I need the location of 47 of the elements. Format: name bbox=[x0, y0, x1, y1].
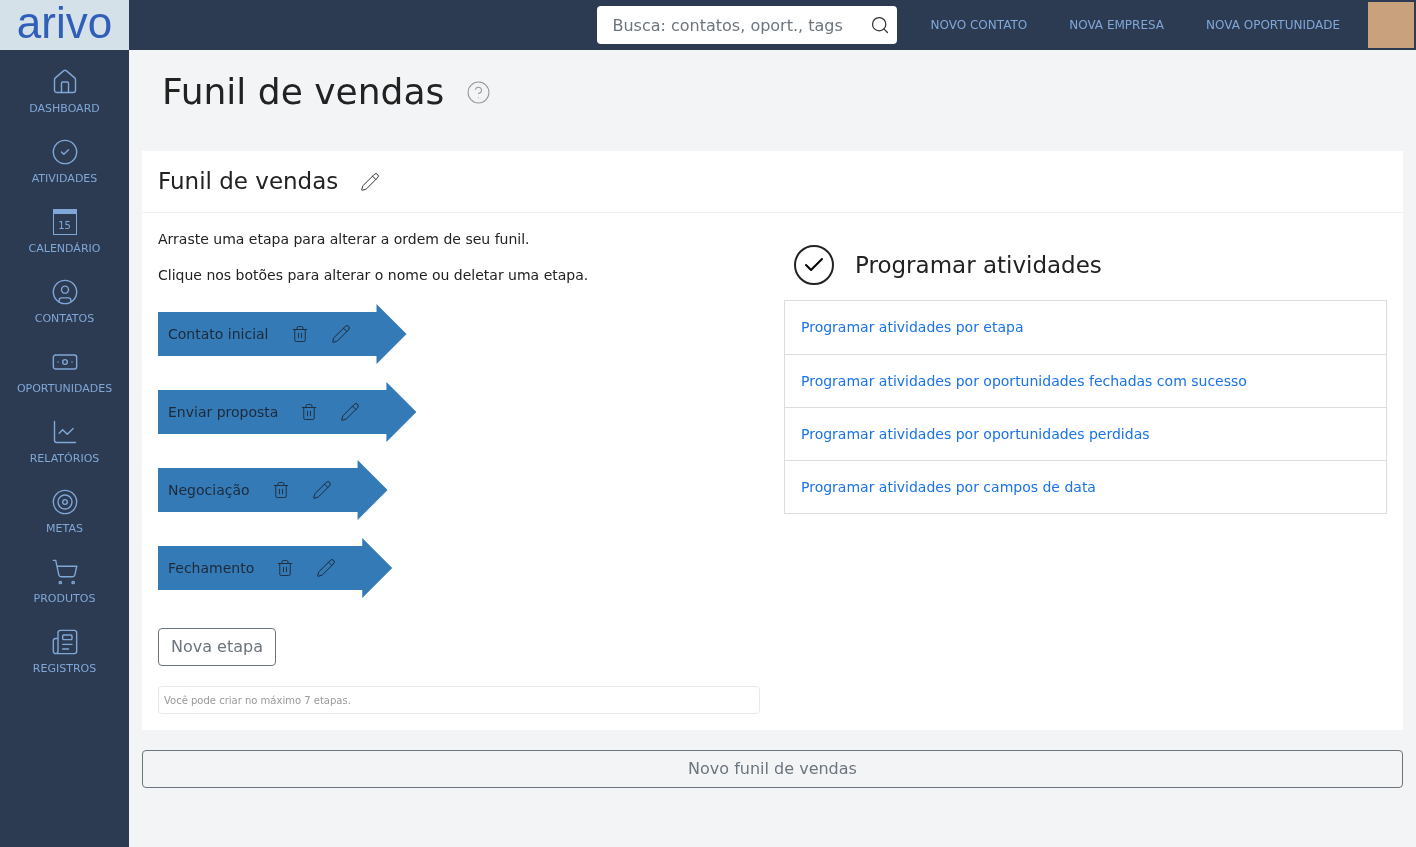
target-icon bbox=[50, 488, 79, 516]
logo[interactable]: arivo bbox=[0, 0, 129, 50]
search-icon[interactable] bbox=[870, 15, 891, 35]
stage-name: Negociação bbox=[168, 480, 250, 500]
help-icon[interactable] bbox=[466, 79, 492, 105]
check-circle-icon bbox=[50, 138, 79, 166]
new-funnel-button[interactable]: Novo funil de vendas bbox=[142, 750, 1403, 788]
schedule-link[interactable]: Programar atividades por oportunidades perdidas bbox=[785, 407, 1386, 460]
limit-note: Você pode criar no máximo 7 etapas. bbox=[158, 686, 760, 714]
sidebar-item[interactable]: DASHBOARD bbox=[0, 58, 129, 128]
sidebar-item[interactable]: ATIVIDADES bbox=[0, 128, 129, 198]
pencil-icon[interactable] bbox=[330, 324, 351, 344]
sidebar-item[interactable]: 15 CALENDÁRIO bbox=[0, 198, 129, 268]
sidebar-item[interactable]: PRODUTOS bbox=[0, 548, 129, 618]
section-title: Programar atividades bbox=[855, 250, 1102, 280]
pencil-icon[interactable] bbox=[311, 480, 332, 500]
calendar-icon: 15 bbox=[52, 209, 77, 235]
page-title: Funil de vendas bbox=[162, 70, 445, 114]
pencil-icon[interactable] bbox=[316, 558, 337, 578]
sidebar-item[interactable]: METAS bbox=[0, 478, 129, 548]
delete-icon[interactable] bbox=[276, 559, 295, 577]
new-stage-button[interactable]: Nova etapa bbox=[158, 628, 276, 666]
schedule-link[interactable]: Programar atividades por oportunidades fechadas com sucesso bbox=[785, 354, 1386, 407]
nav-link[interactable]: NOVA OPORTUNIDADE bbox=[1185, 16, 1361, 34]
search-field[interactable]: Busca: contatos, oport., tags bbox=[597, 6, 898, 44]
schedule-link[interactable]: Programar atividades por etapa bbox=[785, 301, 1386, 354]
stage-name: Contato inicial bbox=[168, 324, 269, 344]
delete-icon[interactable] bbox=[290, 325, 309, 343]
pencil-icon[interactable] bbox=[360, 171, 381, 192]
sidebar-item[interactable]: OPORTUNIDADES bbox=[0, 338, 129, 408]
stage-name: Enviar proposta bbox=[168, 402, 279, 422]
sidebar-item[interactable]: RELATÓRIOS bbox=[0, 408, 129, 478]
person-icon bbox=[50, 278, 79, 306]
sidebar-item[interactable]: CONTATOS bbox=[0, 268, 129, 338]
nav-link[interactable]: NOVO CONTATO bbox=[909, 16, 1049, 34]
instruction-text: Arraste uma etapa para alterar a ordem de seu funil. bbox=[158, 230, 531, 249]
stage-name: Fechamento bbox=[168, 558, 255, 578]
delete-icon[interactable] bbox=[300, 403, 319, 421]
delete-icon[interactable] bbox=[271, 481, 290, 499]
pencil-icon[interactable] bbox=[340, 402, 361, 422]
newspaper-icon bbox=[50, 628, 79, 656]
instruction-text: Clique nos botões para alterar o nome ou deletar uma etapa. bbox=[158, 266, 590, 285]
card-title: Funil de vendas bbox=[158, 167, 339, 197]
nav-link[interactable]: NOVA EMPRESA bbox=[1048, 16, 1186, 34]
cart-icon bbox=[50, 558, 79, 586]
sidebar-item[interactable]: REGISTROS bbox=[0, 618, 129, 688]
schedule-link[interactable]: Programar atividades por campos de data bbox=[785, 460, 1386, 513]
